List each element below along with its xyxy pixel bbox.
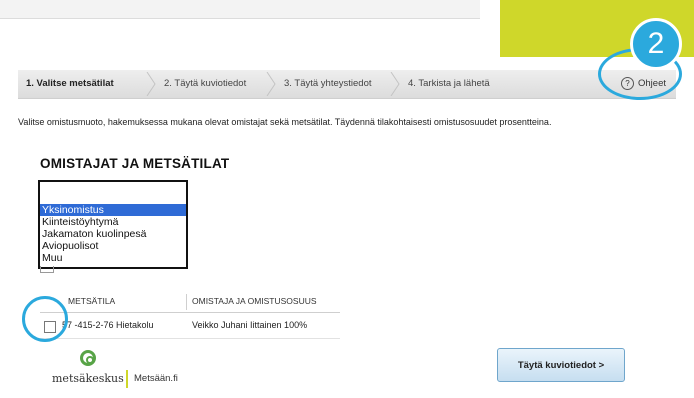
column-header: OMISTAJA JA OMISTUSOSUUS xyxy=(192,296,317,306)
step-2[interactable]: 2. Täytä kuviotiedot xyxy=(164,70,246,98)
instructions-text: Valitse omistusmuoto, hakemuksessa mukan… xyxy=(18,117,552,127)
next-step-button[interactable]: Täytä kuviotiedot > xyxy=(497,348,625,382)
step-chevron-icon xyxy=(390,72,400,96)
section-title: OMISTAJAT JA METSÄTILAT xyxy=(40,156,230,171)
step-chevron-icon xyxy=(146,72,156,96)
logo-separator xyxy=(126,370,128,388)
estate-cell: 57 -415-2-76 Hietakolu xyxy=(62,320,154,330)
list-resize-edge xyxy=(40,266,54,273)
step-4[interactable]: 4. Tarkista ja lähetä xyxy=(408,70,490,98)
step-1[interactable]: 1. Valitse metsätilat xyxy=(26,70,114,98)
list-option[interactable]: Yksinomistus xyxy=(40,204,186,216)
step-navigation: 1. Valitse metsätilat 2. Täytä kuviotied… xyxy=(18,70,676,99)
logo-brand-text: metsäkeskus xyxy=(52,372,124,385)
top-strip xyxy=(0,0,480,19)
column-header: METSÄTILA xyxy=(68,296,116,306)
step-3[interactable]: 3. Täytä yhteystiedot xyxy=(284,70,372,98)
list-option[interactable]: Muu xyxy=(40,252,186,264)
list-option[interactable]: Aviopuolisot xyxy=(40,240,186,252)
list-option[interactable]: Jakamaton kuolinpesä xyxy=(40,228,186,240)
table-row: 57 -415-2-76 Hietakolu Veikko Juhani Iit… xyxy=(40,314,340,339)
logo-ring-icon xyxy=(80,350,96,366)
list-option[interactable]: Kiinteistöyhtymä xyxy=(40,216,186,228)
owner-cell: Veikko Juhani Iittainen 100% xyxy=(192,320,308,330)
step-chevron-icon xyxy=(266,72,276,96)
highlight-circle-checkbox xyxy=(22,296,68,342)
logo-site-text: Metsään.fi xyxy=(134,373,178,384)
list-option-blank[interactable] xyxy=(40,184,186,196)
step-number-badge: 2 xyxy=(630,18,682,70)
table-header: METSÄTILA OMISTAJA JA OMISTUSOSUUS xyxy=(40,292,340,313)
ownership-type-list[interactable]: Yksinomistus Kiinteistöyhtymä Jakamaton … xyxy=(38,180,188,269)
column-divider xyxy=(186,294,187,310)
